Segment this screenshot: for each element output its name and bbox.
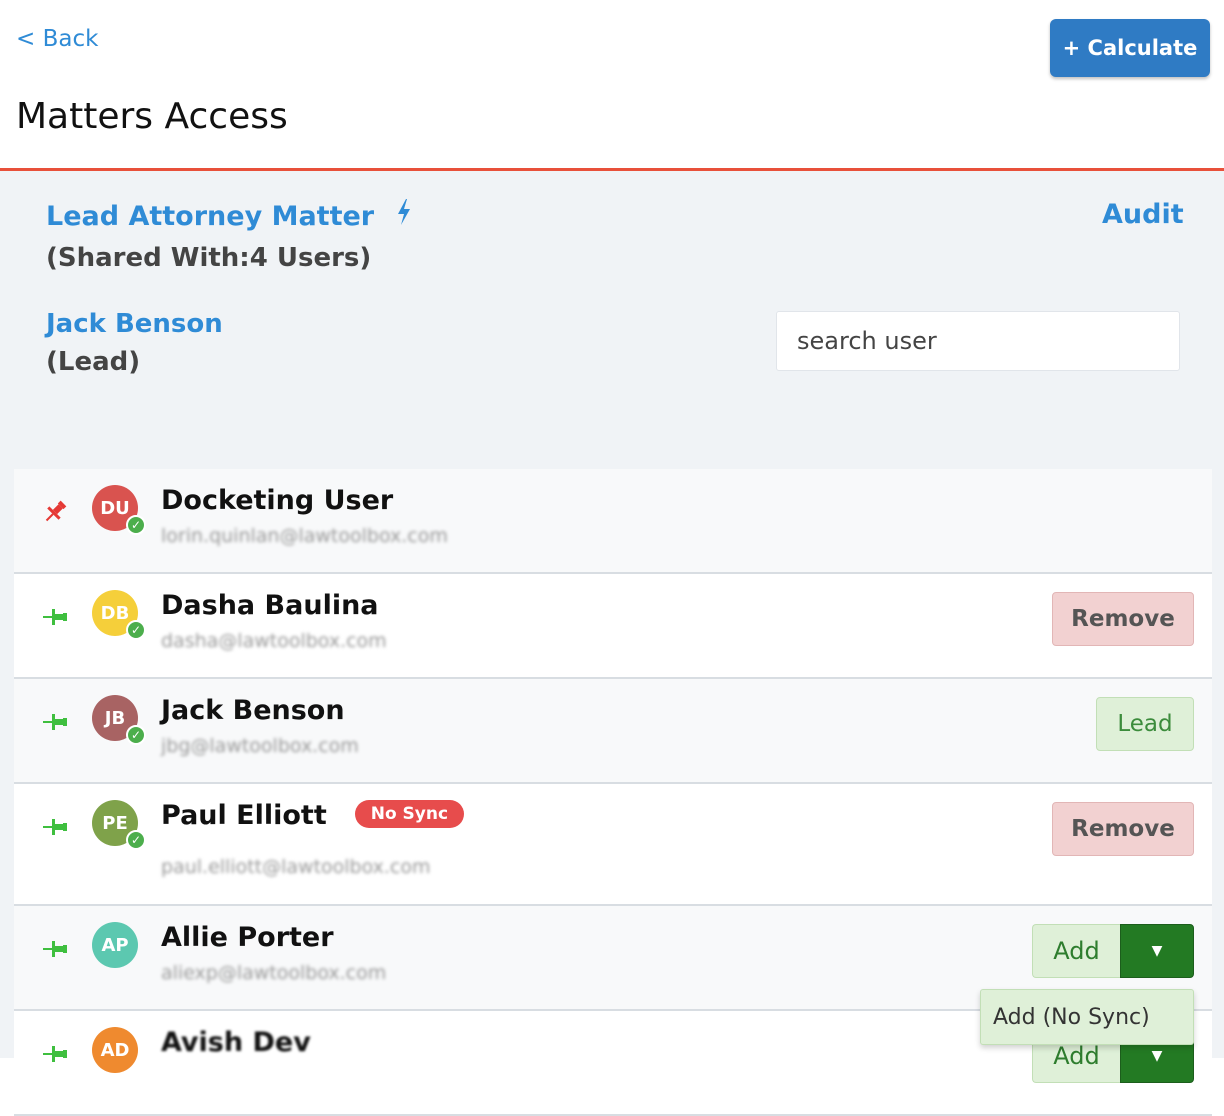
pin-icon[interactable] bbox=[40, 1039, 70, 1069]
matter-title[interactable]: Lead Attorney Matter bbox=[46, 199, 412, 232]
lead-button[interactable]: Lead bbox=[1096, 697, 1194, 751]
header: < Back + Calculate Matters Access bbox=[0, 0, 1224, 171]
no-sync-badge: No Sync bbox=[354, 799, 465, 828]
user-name-text: Paul Elliott bbox=[161, 800, 327, 831]
add-options-toggle[interactable]: ▼ bbox=[1120, 924, 1194, 978]
caret-down-icon: ▼ bbox=[1151, 1048, 1163, 1064]
user-name: Jack Benson bbox=[161, 695, 345, 726]
caret-down-icon: ▼ bbox=[1151, 943, 1163, 959]
remove-button[interactable]: Remove bbox=[1052, 802, 1194, 856]
lead-role-label: (Lead) bbox=[46, 347, 141, 377]
pin-icon[interactable] bbox=[40, 497, 70, 527]
search-user-input[interactable] bbox=[776, 311, 1180, 371]
calculate-button[interactable]: + Calculate bbox=[1050, 19, 1210, 77]
user-email: paul.elliott@lawtoolbox.com bbox=[161, 856, 431, 878]
remove-button[interactable]: Remove bbox=[1052, 592, 1194, 646]
add-button[interactable]: Add bbox=[1032, 924, 1120, 978]
user-name: Allie Porter bbox=[161, 922, 334, 953]
verified-check-icon: ✓ bbox=[126, 515, 146, 535]
user-email: lorin.quinlan@lawtoolbox.com bbox=[161, 525, 448, 547]
pin-icon[interactable] bbox=[40, 934, 70, 964]
pin-icon[interactable] bbox=[40, 812, 70, 842]
list-item: DB ✓ Dasha Baulina dasha@lawtoolbox.com … bbox=[14, 574, 1212, 679]
bolt-icon bbox=[386, 199, 411, 232]
matter-title-label[interactable]: Lead Attorney Matter bbox=[46, 201, 374, 232]
pin-icon[interactable] bbox=[40, 707, 70, 737]
verified-check-icon: ✓ bbox=[126, 830, 146, 850]
verified-check-icon: ✓ bbox=[126, 725, 146, 745]
user-name: Avish Dev bbox=[161, 1027, 311, 1058]
add-no-sync-option[interactable]: Add (No Sync) bbox=[980, 989, 1194, 1045]
list-item: PE ✓ Paul Elliott No Sync paul.elliott@la… bbox=[14, 784, 1212, 906]
pin-icon[interactable] bbox=[40, 602, 70, 632]
audit-link[interactable]: Audit bbox=[1102, 199, 1184, 230]
user-email: dasha@lawtoolbox.com bbox=[161, 630, 387, 652]
verified-check-icon: ✓ bbox=[126, 620, 146, 640]
list-item: DU ✓ Docketing User lorin.quinlan@lawtoo… bbox=[14, 469, 1212, 574]
user-email: aliexp@lawtoolbox.com bbox=[161, 962, 387, 984]
shared-with-count: (Shared With:4 Users) bbox=[46, 243, 372, 273]
user-name: Docketing User bbox=[161, 485, 394, 516]
user-email: jbg@lawtoolbox.com bbox=[161, 735, 359, 757]
lead-user-link[interactable]: Jack Benson bbox=[46, 309, 223, 339]
avatar: AD bbox=[92, 1027, 138, 1073]
list-item: JB ✓ Jack Benson jbg@lawtoolbox.com Lead bbox=[14, 679, 1212, 784]
page-title: Matters Access bbox=[16, 96, 288, 137]
user-name: Paul Elliott No Sync bbox=[161, 799, 465, 831]
user-name: Dasha Baulina bbox=[161, 590, 379, 621]
avatar: AP bbox=[92, 922, 138, 968]
back-link[interactable]: < Back bbox=[16, 26, 98, 52]
matter-panel: Lead Attorney Matter (Shared With:4 User… bbox=[0, 171, 1224, 1116]
